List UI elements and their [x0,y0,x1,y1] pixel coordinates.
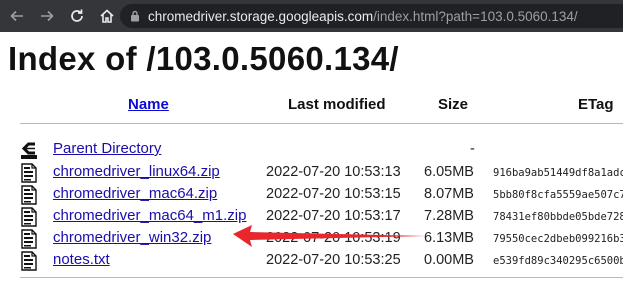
file-icon [21,185,37,205]
file-link[interactable]: chromedriver_mac64_m1.zip [53,207,246,224]
home-button[interactable] [96,5,118,27]
table-row: notes.txt 2022-07-20 10:53:25 0.00MB e539fd… [0,250,623,272]
annotation-arrow [233,225,426,247]
column-header-name[interactable]: Name [128,96,169,113]
file-icon [21,207,37,227]
url-path: /index.html?path=103.0.5060.134/ [373,8,578,24]
file-etag: 78431ef80bbde05bde728 [493,211,623,223]
home-icon [100,9,114,23]
parent-directory-link[interactable]: Parent Directory [53,140,161,157]
file-date: 2022-07-20 10:53:25 [266,252,401,268]
back-arrow-icon [10,10,23,22]
url-host: chromedriver.storage.googleapis.com [148,8,374,24]
back-folder-icon [21,142,37,159]
reload-button[interactable] [66,5,88,27]
file-size: 6.13MB [424,230,474,246]
forward-button[interactable] [36,5,58,27]
file-date: 2022-07-20 10:53:13 [266,164,401,180]
file-link[interactable]: notes.txt [53,251,110,268]
column-header-last-modified: Last modified [288,96,386,113]
footer-divider [20,277,623,278]
parent-size: - [470,141,475,157]
browser-toolbar: chromedriver.storage.googleapis.com/inde… [0,0,623,32]
column-header-size: Size [438,96,469,113]
table-row-parent: Parent Directory - [0,139,623,161]
reload-icon [71,9,83,22]
file-etag: e539fd89c340295c6500b [493,255,623,267]
file-size: 7.28MB [424,208,474,224]
file-link[interactable]: chromedriver_linux64.zip [53,163,220,180]
table-row: chromedriver_linux64.zip 2022-07-20 10:53… [0,162,623,184]
page-title: Index of /103.0.5060.134/ [8,40,399,77]
file-etag: 5bb80f8cfa5559ae507c7 [493,189,623,201]
address-bar[interactable]: chromedriver.storage.googleapis.com/inde… [120,4,623,28]
file-icon [21,251,37,271]
file-size: 8.07MB [424,186,474,202]
column-header-etag: ETag [578,96,614,113]
file-icon [21,163,37,183]
file-icon [21,229,37,249]
file-link[interactable]: chromedriver_win32.zip [53,229,211,246]
forward-arrow-icon [41,10,54,22]
file-size: 6.05MB [424,164,474,180]
header-divider [20,123,623,124]
lock-icon [130,10,140,22]
back-button[interactable] [6,5,28,27]
file-etag: 79550cec2dbeb099216b3 [493,233,623,245]
file-size: 0.00MB [424,252,474,268]
file-etag: 916ba9ab51449df8a1adc [493,167,623,179]
file-link[interactable]: chromedriver_mac64.zip [53,185,217,202]
table-row: chromedriver_mac64.zip 2022-07-20 10:53:1… [0,184,623,206]
file-date: 2022-07-20 10:53:15 [266,186,401,202]
